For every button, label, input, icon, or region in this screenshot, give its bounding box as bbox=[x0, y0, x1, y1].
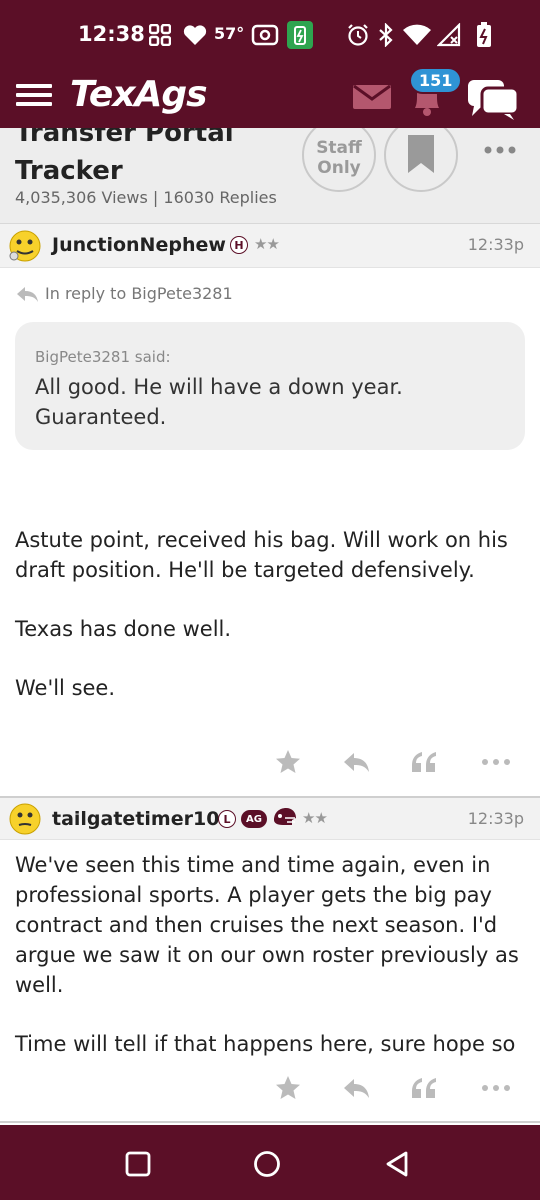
helmet-icon bbox=[271, 808, 297, 826]
star-icon[interactable] bbox=[272, 748, 304, 776]
user-badge: L bbox=[218, 810, 236, 828]
status-time: 12:38 bbox=[78, 22, 145, 46]
notification-badge: 151 bbox=[409, 67, 463, 94]
user-badge: H bbox=[230, 236, 248, 254]
alarm-icon bbox=[346, 20, 370, 50]
mail-icon[interactable] bbox=[352, 84, 392, 110]
post-username[interactable]: JunctionNephew bbox=[52, 234, 226, 256]
home-icon[interactable] bbox=[250, 1147, 284, 1181]
quote-block: BigPete3281 said: All good. He will have… bbox=[15, 322, 525, 450]
user-stars: ★★ bbox=[302, 809, 328, 827]
reply-icon[interactable] bbox=[340, 1074, 372, 1102]
post-paragraph: Astute point, received his bag. Will wor… bbox=[15, 528, 508, 582]
post-header: tailgatetimer10 L AG ★★ 12:33p bbox=[0, 796, 540, 840]
recents-icon[interactable] bbox=[121, 1147, 155, 1181]
grid-icon bbox=[148, 20, 172, 50]
quote-text: All good. He will have a down year. Guar… bbox=[35, 375, 403, 429]
system-nav-bar bbox=[0, 1125, 540, 1200]
user-stars: ★★ bbox=[254, 235, 280, 253]
thread-stats: 4,035,306 Views | 16030 Replies bbox=[15, 188, 277, 207]
post-paragraph: We'll see. bbox=[15, 676, 116, 700]
avatar[interactable] bbox=[8, 229, 42, 263]
post-header: JunctionNephew H ★★ 12:33p bbox=[0, 224, 540, 268]
radio-icon bbox=[250, 20, 280, 50]
app-bar: TexAgs 151 bbox=[0, 67, 540, 128]
post-paragraph: Time will tell if that happens here, sur… bbox=[15, 1032, 516, 1056]
thread-title: Transfer Portal Tracker bbox=[15, 128, 234, 186]
divider bbox=[0, 1121, 540, 1123]
staff-only-button[interactable]: Staff Only bbox=[302, 128, 376, 192]
bookmark-button[interactable] bbox=[384, 128, 458, 192]
texags-logo[interactable]: TexAgs bbox=[70, 74, 208, 115]
staff-only-label-line1: Staff bbox=[316, 138, 362, 158]
status-bar: 12:38 57° bbox=[0, 0, 540, 70]
post-actions bbox=[0, 742, 540, 782]
ag-badge: AG bbox=[241, 810, 267, 828]
post-username[interactable]: tailgatetimer10 bbox=[52, 808, 219, 830]
battery-icon bbox=[474, 20, 494, 50]
post-body: Astute point, received his bag. Will wor… bbox=[15, 525, 525, 732]
post-body: We've seen this time and time again, eve… bbox=[15, 850, 525, 1088]
more-options-icon[interactable] bbox=[480, 748, 512, 776]
chat-icon[interactable] bbox=[466, 76, 520, 120]
quote-icon[interactable] bbox=[408, 1074, 440, 1102]
heart-icon bbox=[182, 20, 208, 50]
more-options-icon[interactable] bbox=[480, 1074, 512, 1102]
post-time: 12:33p bbox=[467, 809, 524, 828]
reply-icon[interactable] bbox=[340, 748, 372, 776]
post-paragraph: Texas has done well. bbox=[15, 617, 232, 641]
more-options-icon[interactable] bbox=[480, 138, 520, 162]
star-icon[interactable] bbox=[272, 1074, 304, 1102]
in-reply-to-text: In reply to BigPete3281 bbox=[45, 284, 233, 303]
signal-icon bbox=[437, 20, 463, 50]
in-reply-to-link[interactable]: In reply to BigPete3281 bbox=[15, 284, 233, 303]
status-temperature: 57° bbox=[214, 24, 245, 43]
wifi-icon bbox=[402, 20, 432, 50]
bluetooth-icon bbox=[376, 20, 396, 50]
avatar[interactable] bbox=[8, 802, 42, 836]
menu-icon[interactable] bbox=[16, 80, 52, 114]
thread-header: Transfer Portal Tracker 4,035,306 Views … bbox=[0, 128, 540, 224]
post-time: 12:33p bbox=[467, 235, 524, 254]
battery-saver-icon bbox=[287, 20, 313, 50]
post-actions bbox=[0, 1068, 540, 1108]
quote-author[interactable]: BigPete3281 said: bbox=[35, 348, 171, 366]
quote-icon[interactable] bbox=[408, 748, 440, 776]
bookmark-icon bbox=[408, 135, 434, 173]
post-paragraph: We've seen this time and time again, eve… bbox=[15, 853, 519, 997]
reply-arrow-icon bbox=[17, 286, 38, 302]
staff-only-label-line2: Only bbox=[317, 158, 361, 178]
back-icon[interactable] bbox=[380, 1147, 414, 1181]
